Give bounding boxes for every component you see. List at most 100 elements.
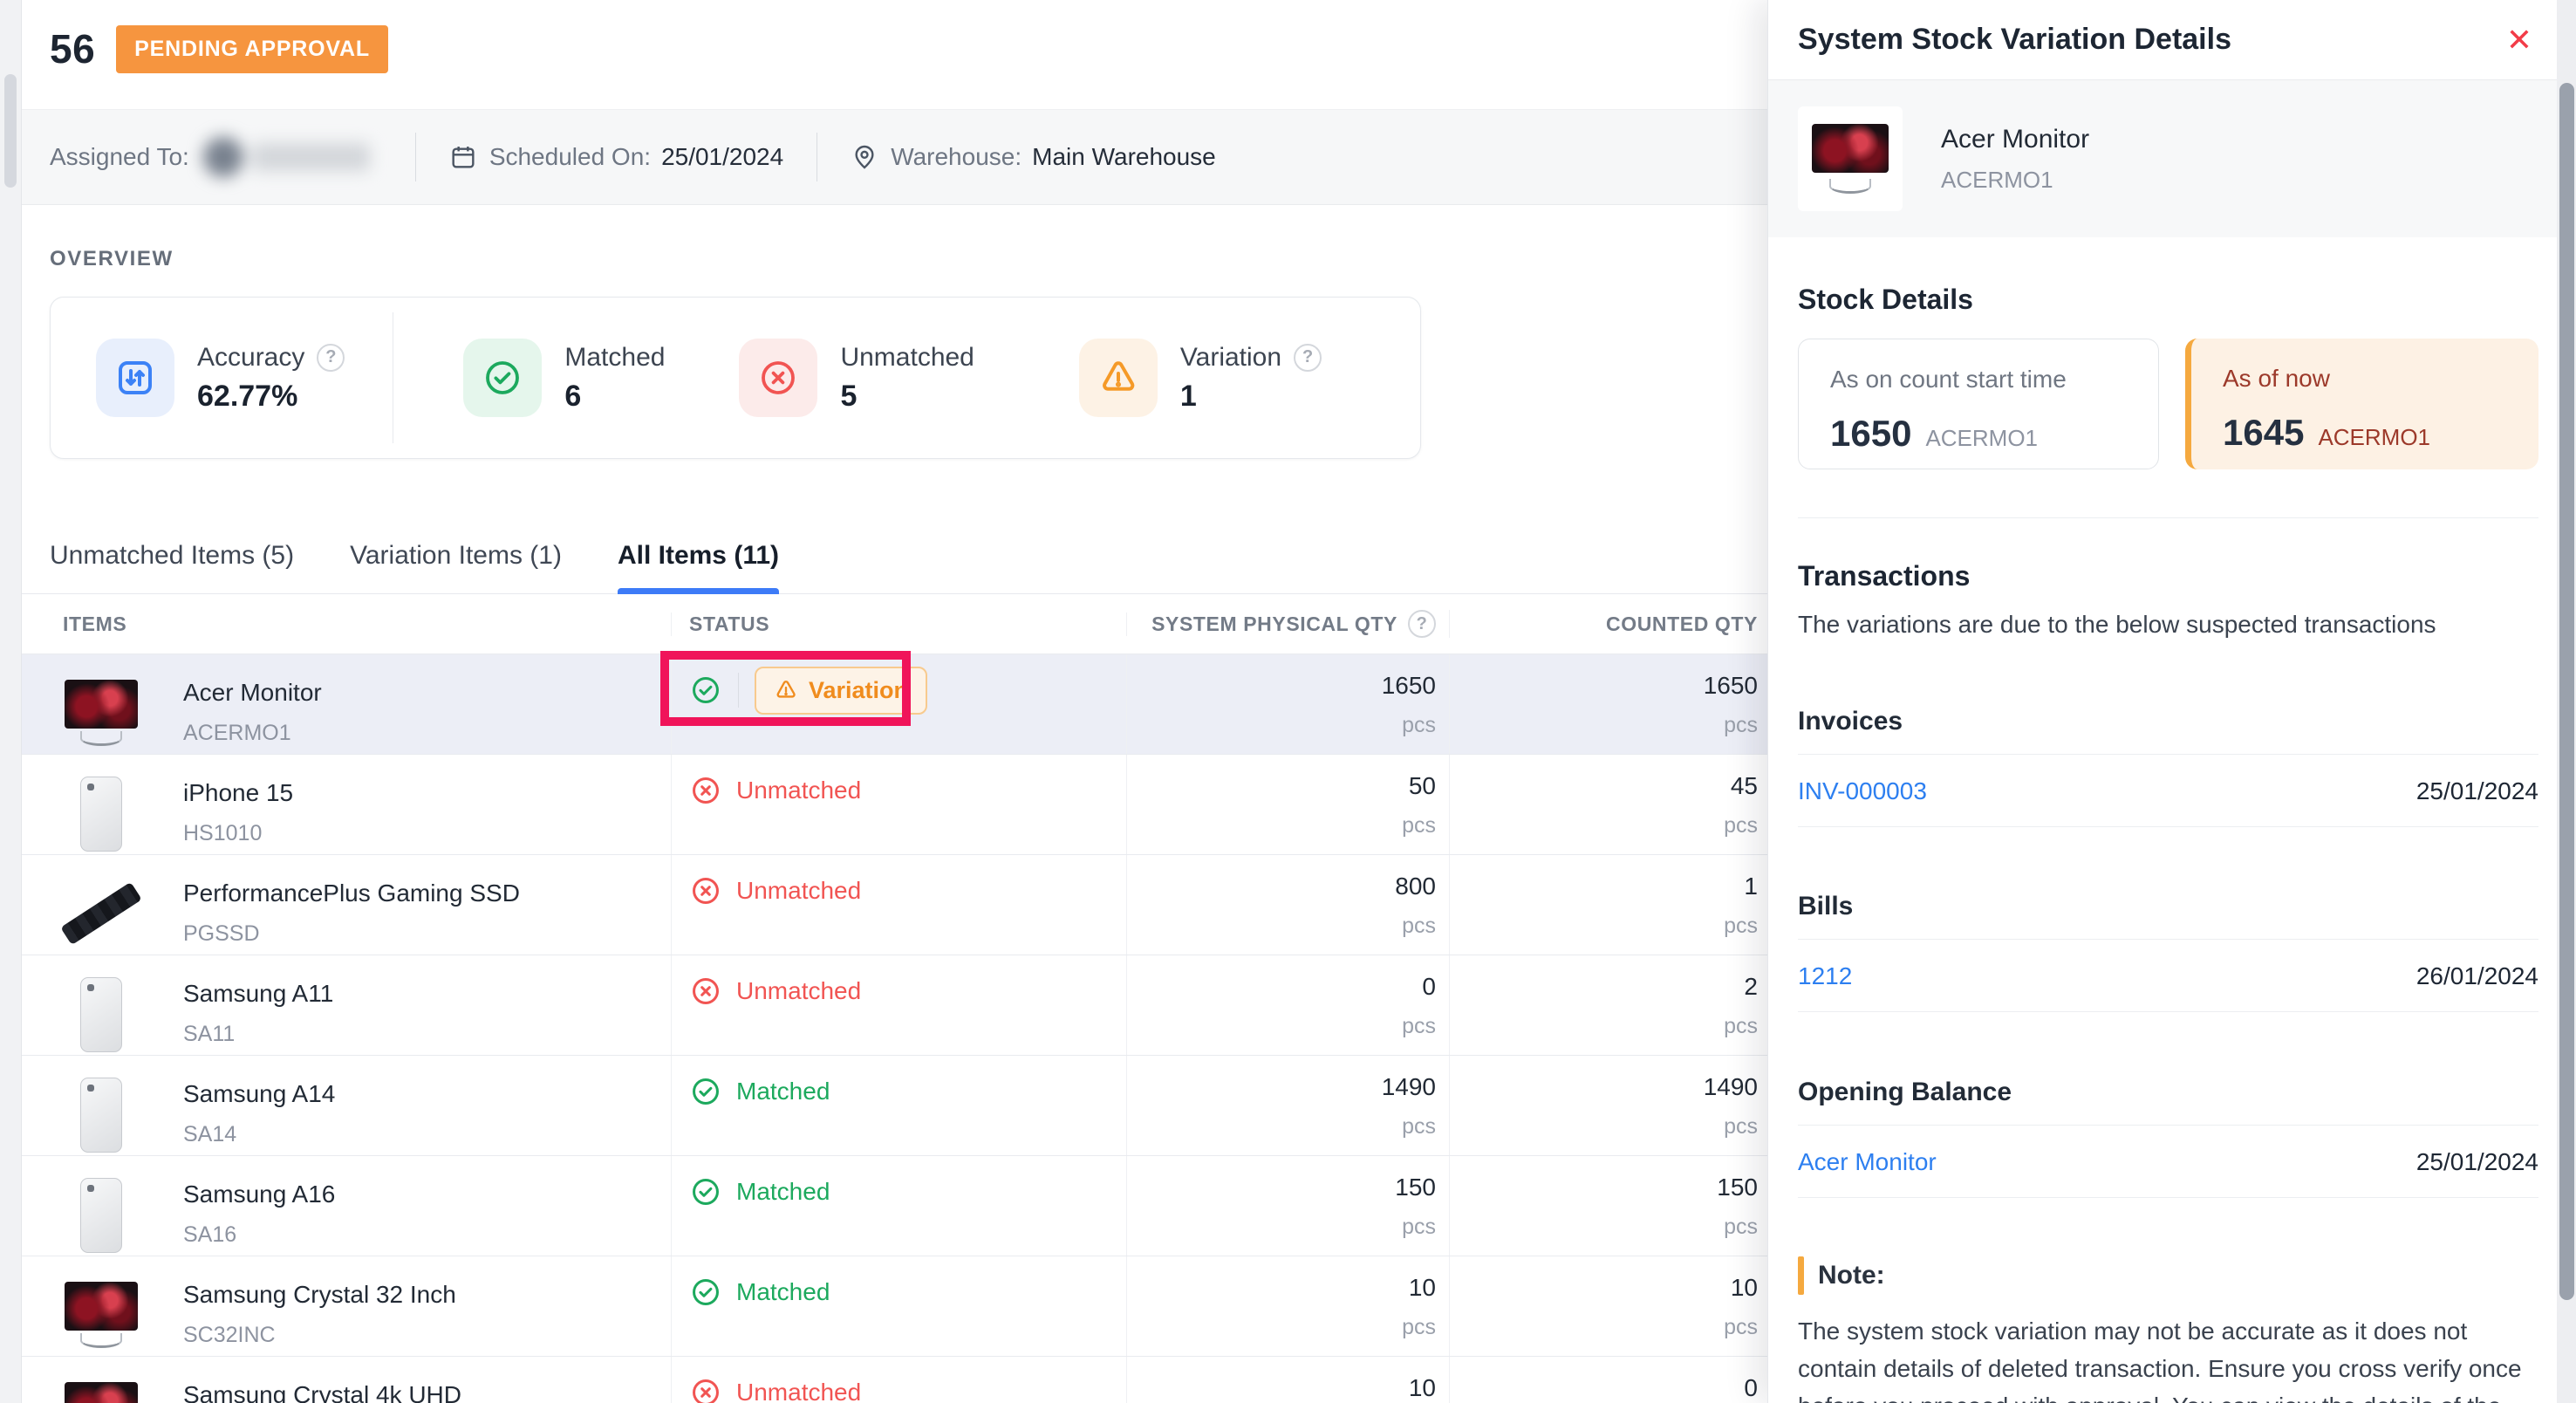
status-text: Matched bbox=[736, 1078, 830, 1105]
invoices-heading: Invoices bbox=[1798, 707, 2538, 736]
item-thumbnail bbox=[63, 775, 140, 852]
item-sku: SC32INC bbox=[183, 1323, 456, 1348]
help-icon[interactable]: ? bbox=[1408, 610, 1436, 638]
table-row[interactable]: Acer Monitor ACERMO1 Variat bbox=[22, 654, 1828, 755]
status-text: Unmatched bbox=[736, 777, 861, 804]
drawer-scrollbar-thumb[interactable] bbox=[2559, 83, 2574, 1300]
item-sku: ACERMO1 bbox=[1941, 167, 2089, 194]
item-sku: SA11 bbox=[183, 1022, 333, 1047]
note-block: Note: The system stock variation may not… bbox=[1798, 1256, 2531, 1403]
table-row[interactable]: PerformancePlus Gaming SSD PGSSD bbox=[22, 855, 1828, 955]
help-icon[interactable]: ? bbox=[1294, 344, 1322, 372]
counted-qty-value: 45 bbox=[1450, 772, 1758, 800]
opening-balance-row: Acer Monitor 25/01/2024 bbox=[1798, 1145, 2538, 1180]
x-circle-icon bbox=[689, 774, 722, 807]
system-qty-value: 1490 bbox=[1127, 1073, 1436, 1101]
x-circle-icon bbox=[689, 1376, 722, 1403]
item-thumbnail bbox=[63, 1176, 140, 1253]
table-row[interactable]: Samsung A16 SA16 bbox=[22, 1156, 1828, 1256]
tab-variation-items[interactable]: Variation Items (1) bbox=[350, 541, 562, 593]
metric-unmatched: Unmatched 5 bbox=[739, 339, 974, 417]
qty-unit: pcs bbox=[1127, 1014, 1436, 1039]
item-sku: ACERMO1 bbox=[183, 721, 322, 746]
table-row[interactable]: Samsung A14 SA14 bbox=[22, 1056, 1828, 1156]
accuracy-label: Accuracy bbox=[197, 343, 304, 373]
item-name: Samsung A11 bbox=[183, 980, 333, 1008]
assignee-redacted bbox=[203, 130, 382, 184]
metric-matched: Matched 6 bbox=[463, 339, 665, 417]
counted-qty-value: 10 bbox=[1450, 1274, 1758, 1302]
overview-heading: OVERVIEW bbox=[50, 247, 174, 271]
opening-balance-heading: Opening Balance bbox=[1798, 1078, 2538, 1107]
metric-accuracy: Accuracy? 62.77% bbox=[96, 339, 345, 417]
system-qty-value: 0 bbox=[1127, 973, 1436, 1001]
stock-card-label: As of now bbox=[2223, 365, 2538, 393]
table-row[interactable]: iPhone 15 HS1010 bbox=[22, 755, 1828, 855]
opening-balance-link[interactable]: Acer Monitor bbox=[1798, 1148, 1937, 1176]
check-circle-icon bbox=[689, 674, 722, 707]
divider bbox=[738, 673, 739, 708]
divider bbox=[1798, 1125, 2538, 1126]
system-qty-value: 1650 bbox=[1127, 672, 1436, 700]
x-circle-icon bbox=[739, 339, 817, 417]
invoice-link[interactable]: INV-000003 bbox=[1798, 777, 1927, 805]
qty-unit: pcs bbox=[1450, 713, 1758, 738]
item-sku: SA16 bbox=[183, 1222, 335, 1248]
stock-card-sku: ACERMO1 bbox=[2318, 424, 2430, 451]
divider bbox=[1798, 1011, 2538, 1012]
stock-cards: As on count start time 1650 ACERMO1 As o… bbox=[1798, 339, 2538, 469]
qty-unit: pcs bbox=[1450, 813, 1758, 838]
counted-qty-value: 2 bbox=[1450, 973, 1758, 1001]
col-status: STATUS bbox=[672, 613, 1127, 636]
item-thumbnail bbox=[63, 975, 140, 1052]
warning-triangle-icon bbox=[1079, 339, 1158, 417]
opening-balance-section: Opening Balance Acer Monitor 25/01/2024 bbox=[1798, 1078, 2538, 1198]
item-name: PerformancePlus Gaming SSD bbox=[183, 879, 520, 907]
x-circle-icon bbox=[689, 874, 722, 907]
left-scrollbar-track[interactable] bbox=[0, 0, 22, 1403]
stock-card-start: As on count start time 1650 ACERMO1 bbox=[1798, 339, 2159, 469]
col-items: ITEMS bbox=[22, 613, 672, 636]
qty-unit: pcs bbox=[1450, 1014, 1758, 1039]
counted-qty-value: 1490 bbox=[1450, 1073, 1758, 1101]
close-icon[interactable]: ✕ bbox=[2506, 24, 2532, 56]
invoice-date: 25/01/2024 bbox=[2416, 777, 2538, 805]
table-row[interactable]: Samsung A11 SA11 bbox=[22, 955, 1828, 1056]
matched-value: 6 bbox=[564, 380, 665, 414]
bills-heading: Bills bbox=[1798, 892, 2538, 921]
divider bbox=[1798, 517, 2538, 518]
stock-variation-drawer: System Stock Variation Details ✕ Acer Mo… bbox=[1767, 0, 2576, 1403]
item-name: Samsung Crystal 4k UHD bbox=[183, 1381, 461, 1403]
qty-unit: pcs bbox=[1450, 1215, 1758, 1240]
table-row[interactable]: Samsung Crystal 32 Inch SC32INC bbox=[22, 1256, 1828, 1357]
count-number: 56 bbox=[50, 25, 95, 72]
variation-chip: Variation bbox=[755, 667, 927, 715]
tab-all-items[interactable]: All Items (11) bbox=[618, 541, 779, 593]
bill-link[interactable]: 1212 bbox=[1798, 962, 1852, 990]
divider bbox=[415, 133, 416, 181]
status-text: Unmatched bbox=[736, 1379, 861, 1403]
unmatched-value: 5 bbox=[840, 380, 974, 414]
help-icon[interactable]: ? bbox=[317, 344, 345, 372]
warning-triangle-icon bbox=[774, 678, 798, 702]
system-qty-value: 800 bbox=[1127, 873, 1436, 900]
counted-qty-value: 0 bbox=[1450, 1374, 1758, 1402]
tab-unmatched-items[interactable]: Unmatched Items (5) bbox=[50, 541, 294, 593]
swap-arrows-icon bbox=[96, 339, 174, 417]
divider bbox=[1798, 754, 2538, 755]
table-body: Acer Monitor ACERMO1 Variat bbox=[22, 654, 1828, 1403]
page-header: 56 PENDING APPROVAL bbox=[22, 17, 388, 80]
meta-bar: Assigned To: Scheduled On: 25/01/2024 Wa… bbox=[22, 109, 1771, 205]
drawer-scrollbar-track[interactable] bbox=[2557, 0, 2576, 1403]
divider bbox=[1798, 826, 2538, 827]
location-pin-icon bbox=[851, 143, 878, 171]
item-name: iPhone 15 bbox=[183, 779, 293, 807]
counted-qty-value: 1650 bbox=[1450, 672, 1758, 700]
stock-card-value: 1645 bbox=[2223, 412, 2304, 454]
note-text: The system stock variation may not be ac… bbox=[1798, 1312, 2531, 1403]
status-text: Matched bbox=[736, 1278, 830, 1306]
left-scrollbar-thumb[interactable] bbox=[4, 74, 17, 188]
table-row[interactable]: Samsung Crystal 4k UHD bbox=[22, 1357, 1828, 1403]
note-label: Note: bbox=[1818, 1261, 1885, 1290]
app-root: 56 PENDING APPROVAL Assigned To: Schedul… bbox=[0, 0, 2576, 1403]
